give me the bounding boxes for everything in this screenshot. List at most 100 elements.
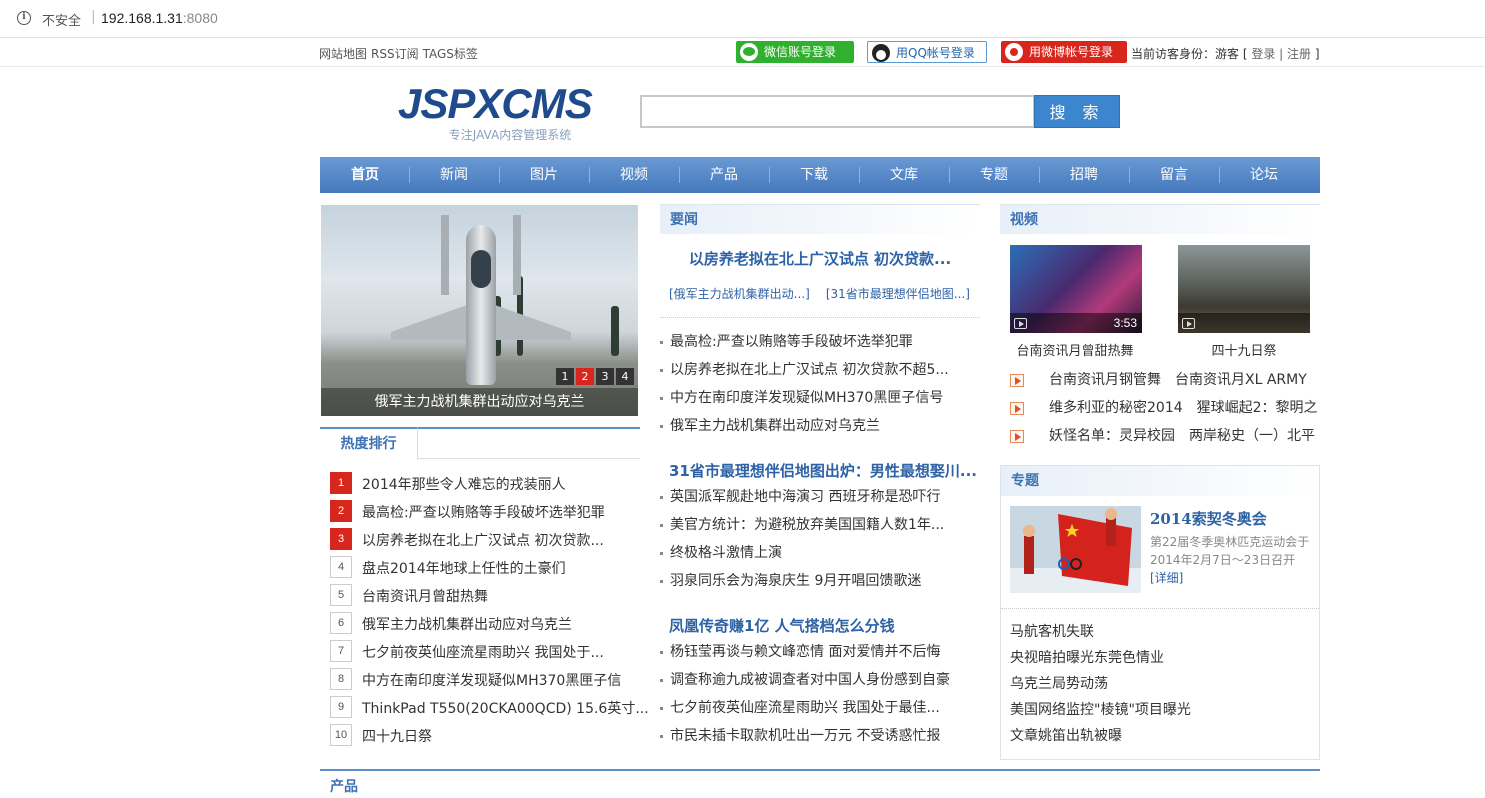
sitemap-link[interactable]: 网站地图: [319, 47, 367, 61]
slide-page-3[interactable]: 3: [596, 368, 614, 385]
rss-link[interactable]: RSS订阅: [371, 47, 419, 61]
list-item[interactable]: 美官方统计：为避税放弃美国国籍人数1年...: [660, 511, 944, 539]
topic-more-link[interactable]: [详细]: [1150, 571, 1183, 585]
nav-guestbook[interactable]: 留言: [1129, 157, 1219, 193]
list-item[interactable]: 市民未插卡取款机吐出一万元 不受诱惑忙报: [660, 722, 950, 750]
product-section-title[interactable]: 产品: [330, 776, 358, 796]
nav-products[interactable]: 产品: [679, 157, 769, 193]
topic-feature-title[interactable]: 2014索契冬奥会: [1150, 508, 1267, 529]
list-item[interactable]: 文章姚笛出轨被曝: [1010, 723, 1191, 749]
hot-ranking-tab[interactable]: 热度排行: [320, 427, 418, 460]
video-caption[interactable]: 四十九日祭: [1169, 340, 1319, 359]
list-item-text[interactable]: 中方在南印度洋发现疑似MH370黑匣子信: [362, 670, 621, 690]
search-button[interactable]: 搜 索: [1034, 95, 1120, 128]
url-host: 192.168.1.31: [101, 10, 183, 26]
list-item[interactable]: 杨钰莹再谈与赖文峰恋情 面对爱情并不后悔: [660, 638, 950, 666]
video-play-icon: [1010, 402, 1024, 415]
list-item-text[interactable]: ThinkPad T550(20CKA00QCD) 15.6英寸...: [362, 698, 649, 718]
nav-jobs[interactable]: 招聘: [1039, 157, 1129, 193]
register-link[interactable]: 注册: [1287, 47, 1311, 61]
list-item[interactable]: 央视暗拍曝光东莞色情业: [1010, 645, 1191, 671]
list-item[interactable]: 七夕前夜英仙座流星雨助兴 我国处于最佳...: [660, 694, 950, 722]
list-item-text[interactable]: 以房养老拟在北上广汉试点 初次贷款...: [362, 530, 604, 550]
sublink[interactable]: [31省市最理想伴侣地图...]: [826, 287, 970, 301]
jet-canopy: [471, 250, 491, 288]
sublink[interactable]: [俄军主力战机集群出动...]: [669, 287, 810, 301]
nav-images[interactable]: 图片: [499, 157, 589, 193]
video-link[interactable]: 台南资讯月XL ARMY: [1175, 372, 1307, 388]
video-play-icon: [1010, 430, 1024, 443]
nav-news[interactable]: 新闻: [409, 157, 499, 193]
qq-login-button[interactable]: 用QQ帐号登录: [867, 41, 987, 63]
list-item[interactable]: 以房养老拟在北上广汉试点 初次贷款不超5...: [660, 356, 949, 384]
site-logo[interactable]: JSPXCMS 专注JAVA内容管理系统: [398, 82, 614, 143]
rank-badge: 10: [330, 724, 352, 746]
nav-topics[interactable]: 专题: [949, 157, 1039, 193]
wechat-login-label: 微信账号登录: [764, 45, 837, 59]
slide-page-4[interactable]: 4: [616, 368, 634, 385]
slide-caption[interactable]: 俄军主力战机集群出动应对乌克兰: [321, 388, 638, 416]
list-item: 台南资讯月钢管舞 台南资讯月XL ARMY: [1010, 367, 1318, 395]
video-caption[interactable]: 台南资讯月曾甜热舞: [1000, 340, 1150, 359]
nav-library[interactable]: 文库: [859, 157, 949, 193]
video-thumb-bar: [1178, 313, 1310, 333]
play-icon: [1014, 318, 1027, 329]
security-label[interactable]: 不安全: [42, 10, 81, 29]
list-item[interactable]: 美国网络监控"棱镜"项目曝光: [1010, 697, 1191, 723]
video-thumbnail[interactable]: [1178, 245, 1310, 333]
url-field[interactable]: 192.168.1.31:8080: [101, 10, 218, 26]
list-item-text[interactable]: 四十九日祭: [362, 726, 432, 746]
video-link[interactable]: 猩球崛起2：黎明之: [1197, 400, 1318, 416]
list-item[interactable]: 俄军主力战机集群出动应对乌克兰: [660, 412, 949, 440]
list-item[interactable]: 乌克兰局势动荡: [1010, 671, 1191, 697]
list-item[interactable]: 最高检:严查以贿赂等手段破坏选举犯罪: [660, 328, 949, 356]
list-item-text[interactable]: 最高检:严查以贿赂等手段破坏选举犯罪: [362, 502, 605, 522]
list-item[interactable]: 羽泉同乐会为海泉庆生 9月开唱回馈歌迷: [660, 567, 944, 595]
video-link[interactable]: 妖怪名单：灵异校园: [1049, 428, 1175, 444]
hot-ranking-header: 热度排行: [320, 427, 640, 460]
list-item-text[interactable]: 台南资讯月曾甜热舞: [362, 586, 488, 606]
list-item-text[interactable]: 七夕前夜英仙座流星雨助兴 我国处于...: [362, 642, 604, 662]
video-link[interactable]: 台南资讯月钢管舞: [1049, 372, 1161, 388]
featured-slideshow[interactable]: 1234 俄军主力战机集群出动应对乌克兰: [321, 205, 638, 416]
play-icon: [1182, 318, 1195, 329]
slide-page-1[interactable]: 1: [556, 368, 574, 385]
wechat-icon: [740, 43, 758, 61]
news-bold-headline[interactable]: 凤凰传奇赚1亿 人气搭档怎么分钱: [669, 615, 895, 636]
search-input[interactable]: [640, 95, 1035, 128]
tree-shape: [611, 306, 619, 356]
video-section-title[interactable]: 视频: [1000, 204, 1320, 234]
nav-home[interactable]: 首页: [320, 157, 410, 193]
video-thumbnail[interactable]: 3:53: [1010, 245, 1142, 333]
video-link[interactable]: 维多利亚的秘密2014: [1049, 400, 1183, 416]
news-list: 杨钰莹再谈与赖文峰恋情 面对爱情并不后悔 调查称逾九成被调查者对中国人身份感到自…: [660, 638, 950, 750]
rank-badge: 9: [330, 696, 352, 718]
list-item[interactable]: 马航客机失联: [1010, 619, 1191, 645]
info-icon[interactable]: i: [17, 11, 31, 25]
list-item[interactable]: 中方在南印度洋发现疑似MH370黑匣子信号: [660, 384, 949, 412]
login-link[interactable]: 登录: [1251, 47, 1275, 61]
nav-forum[interactable]: 论坛: [1219, 157, 1309, 193]
video-link[interactable]: 两岸秘史（一）北平: [1189, 428, 1315, 444]
tags-link[interactable]: TAGS标签: [423, 47, 478, 61]
nav-video[interactable]: 视频: [589, 157, 679, 193]
list-item-text[interactable]: 俄军主力战机集群出动应对乌克兰: [362, 614, 572, 634]
browser-address-bar: i 不安全 | 192.168.1.31:8080: [0, 0, 1485, 38]
slide-page-2[interactable]: 2: [576, 368, 594, 385]
list-item-text[interactable]: 2014年那些令人难忘的戎装丽人: [362, 474, 566, 494]
weibo-login-button[interactable]: 用微博帐号登录: [1001, 41, 1127, 63]
list-item-text[interactable]: 盘点2014年地球上任性的土豪们: [362, 558, 566, 578]
topic-description: 第22届冬季奥林匹克运动会于2014年2月7日～23日召开 [详细]: [1150, 533, 1312, 587]
topic-section-title[interactable]: 专题: [1001, 466, 1319, 496]
topic-image[interactable]: [1010, 506, 1141, 593]
news-bold-headline[interactable]: 31省市最理想伴侣地图出炉：男性最想娶川...: [669, 460, 977, 481]
logo-text: JSPXCMS: [398, 80, 593, 127]
nav-downloads[interactable]: 下载: [769, 157, 859, 193]
list-item[interactable]: 英国派军舰赴地中海演习 西班牙称是恐吓行: [660, 483, 944, 511]
important-news-title[interactable]: 要闻: [660, 204, 980, 234]
important-headline[interactable]: 以房养老拟在北上广汉试点 初次贷款...: [660, 248, 980, 269]
section-divider: [1001, 608, 1319, 609]
wechat-login-button[interactable]: 微信账号登录: [736, 41, 854, 63]
list-item[interactable]: 调查称逾九成被调查者对中国人身份感到自豪: [660, 666, 950, 694]
list-item[interactable]: 终极格斗激情上演: [660, 539, 944, 567]
